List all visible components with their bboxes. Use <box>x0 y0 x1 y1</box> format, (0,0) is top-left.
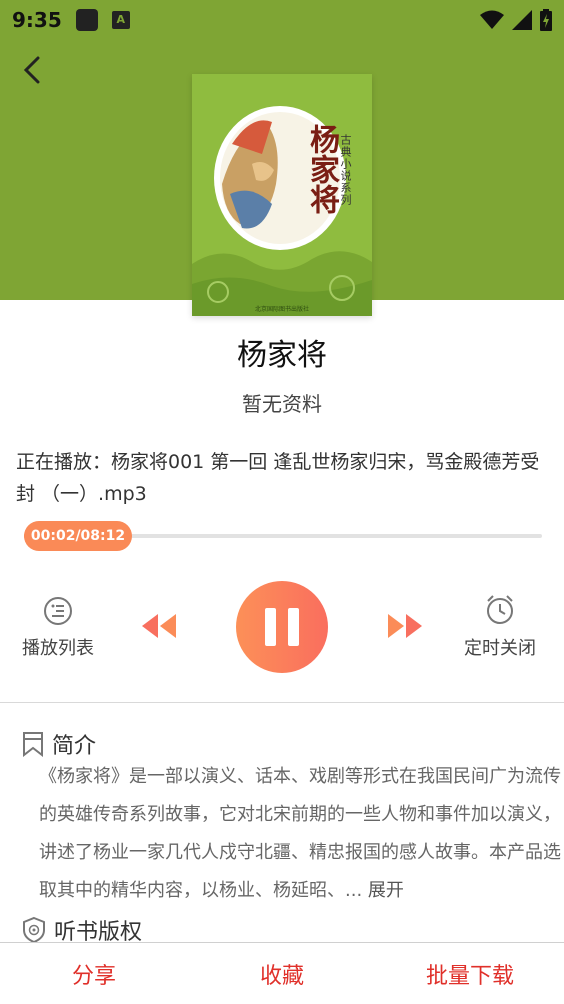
batch-download-button[interactable]: 批量下载 <box>376 958 564 990</box>
bottom-action-bar: 分享 收藏 批量下载 <box>0 942 564 1004</box>
playlist-label: 播放列表 <box>22 638 94 659</box>
wifi-icon <box>480 10 504 29</box>
fast-forward-icon <box>388 614 422 638</box>
rewind-button[interactable] <box>140 612 178 640</box>
intro-body: 《杨家将》是一部以演义、话本、戏剧等形式在我国民间广为流传的英雄传奇系列故事，它… <box>39 766 561 901</box>
back-button[interactable] <box>14 52 50 88</box>
book-author: 暂无资料 <box>242 392 322 416</box>
pause-icon-bar <box>288 608 299 646</box>
alarm-clock-icon <box>487 595 513 624</box>
battery-icon <box>540 9 552 31</box>
expand-link[interactable]: 展开 <box>368 880 404 901</box>
favorite-button[interactable]: 收藏 <box>188 958 376 990</box>
cover-series: 古典小说系列 <box>339 134 352 206</box>
bookmark-icon <box>23 732 43 757</box>
pause-icon <box>265 608 276 646</box>
sleep-timer-label: 定时关闭 <box>464 638 536 659</box>
notification-a-icon: A <box>111 11 130 29</box>
chevron-left-icon <box>23 56 40 84</box>
pause-button[interactable] <box>236 581 328 673</box>
intro-heading: 简介 <box>22 728 96 760</box>
signal-icon <box>512 10 532 30</box>
copyright-shield-icon <box>23 916 45 944</box>
intro-heading-label: 简介 <box>52 734 97 759</box>
cover-publisher: 北京国际图书出版社 <box>254 306 309 313</box>
playlist-icon <box>44 597 72 625</box>
status-bar: 9:35 A <box>0 0 564 40</box>
divider <box>0 702 564 703</box>
intro-text: 《杨家将》是一部以演义、话本、戏剧等形式在我国民间广为流传的英雄传奇系列故事，它… <box>39 758 561 910</box>
playlist-button[interactable]: 播放列表 <box>22 596 94 660</box>
notification-square-icon <box>75 9 98 31</box>
status-time: 9:35 <box>12 8 62 32</box>
book-title: 杨家将 <box>237 338 327 373</box>
book-cover: 杨家将 古典小说系列 北京国际图书出版社 <box>192 74 372 316</box>
rewind-icon <box>142 614 176 638</box>
progress-thumb[interactable]: 00:02/08:12 <box>24 521 132 551</box>
fast-forward-button[interactable] <box>386 612 424 640</box>
sleep-timer-button[interactable]: 定时关闭 <box>464 594 536 660</box>
now-playing-text: 正在播放：杨家将001 第一回 逢乱世杨家归宋，骂金殿德芳受封 （一）.mp3 <box>16 451 540 505</box>
share-button[interactable]: 分享 <box>0 958 188 990</box>
cover-title: 杨家将 <box>304 124 339 214</box>
